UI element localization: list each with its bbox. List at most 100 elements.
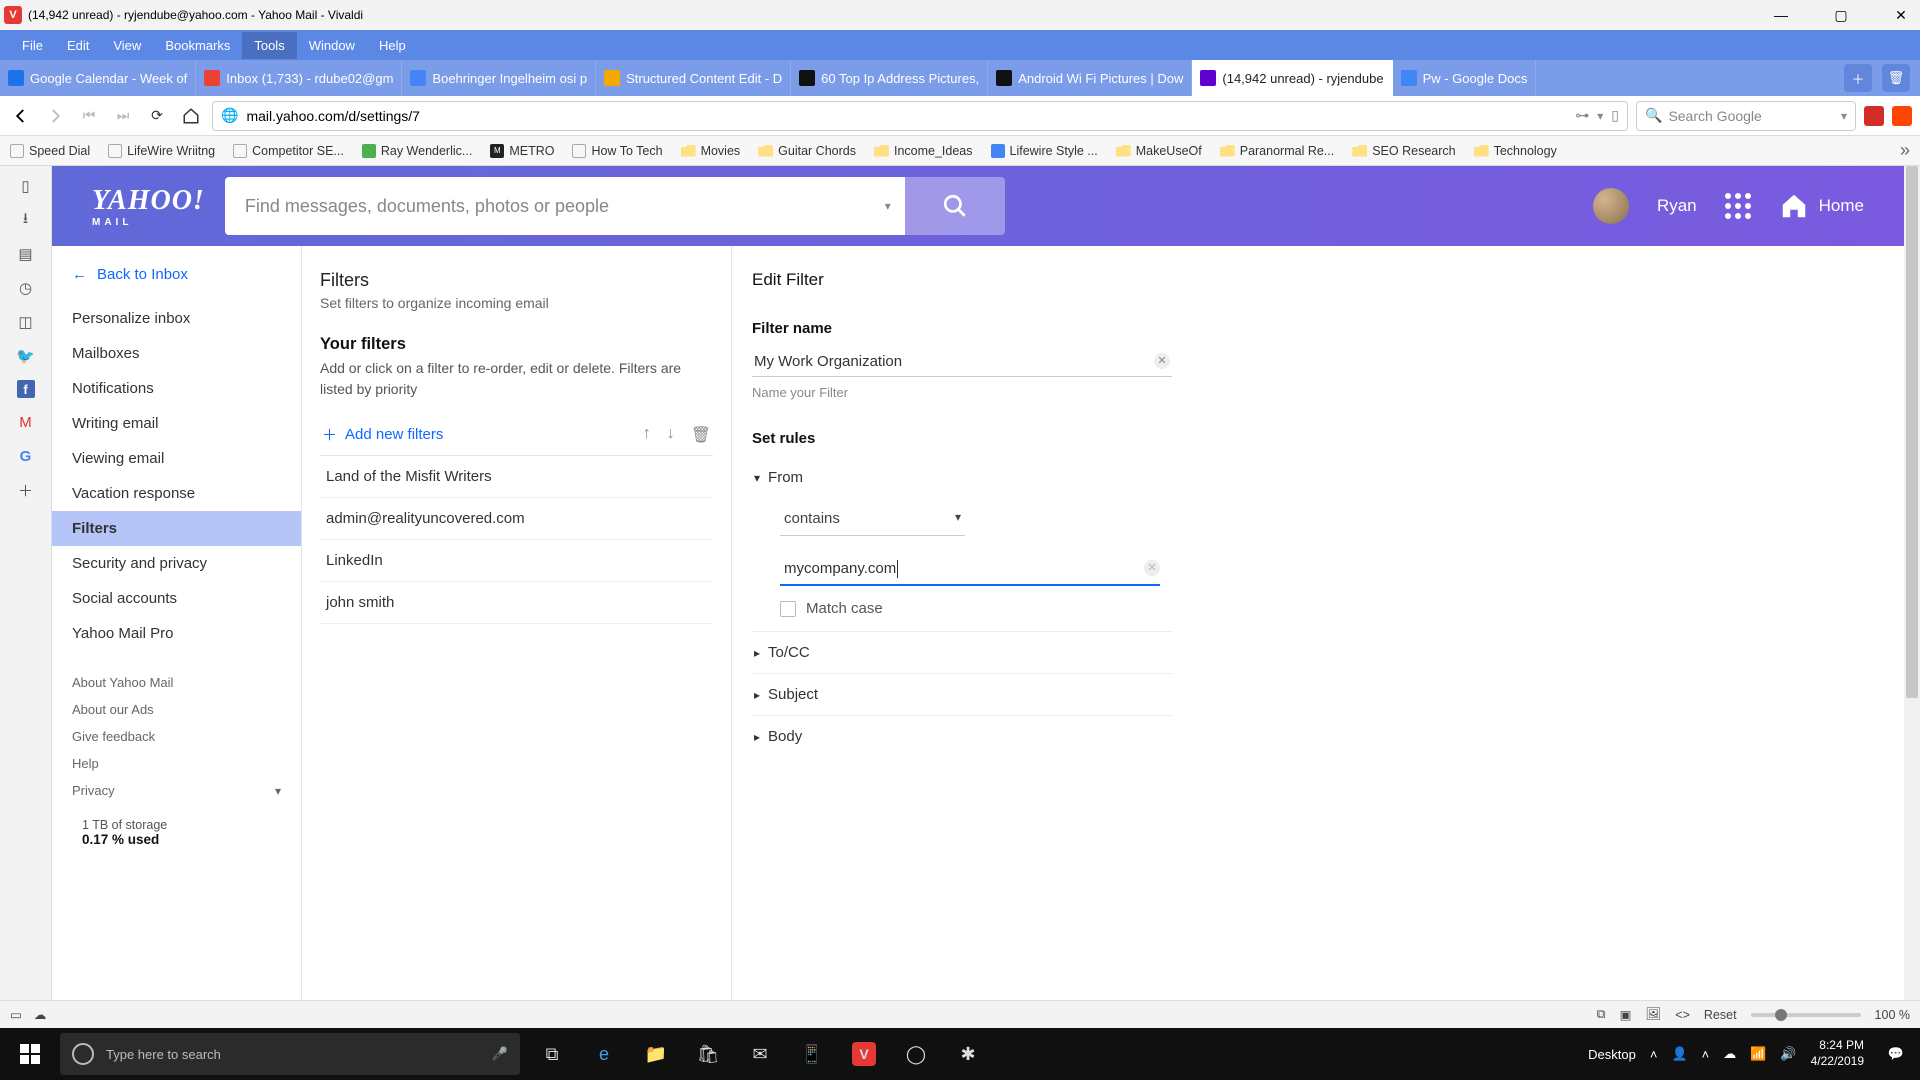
rule-section-body[interactable]: ▸ Body xyxy=(752,715,1172,757)
scrollbar-thumb[interactable] xyxy=(1906,166,1918,698)
browser-tab[interactable]: Google Calendar - Week of xyxy=(0,60,196,96)
user-name[interactable]: Ryan xyxy=(1657,196,1697,216)
url-dropdown-icon[interactable]: ▾ xyxy=(1597,109,1603,123)
action-center-icon[interactable]: 💬 xyxy=(1878,1036,1914,1072)
taskbar-edge-icon[interactable]: e xyxy=(578,1028,630,1080)
tray-desktop-label[interactable]: Desktop xyxy=(1588,1047,1636,1062)
taskbar-store-icon[interactable]: 🛍 xyxy=(682,1028,734,1080)
menu-view[interactable]: View xyxy=(101,32,153,59)
browser-tab[interactable]: Pw - Google Docs xyxy=(1393,60,1537,96)
bookmark-page-icon[interactable]: ▯ xyxy=(1611,107,1619,124)
google-panel-icon[interactable]: G xyxy=(16,446,36,466)
taskbar-app-icon[interactable]: ✱ xyxy=(942,1028,994,1080)
bookmark-folder[interactable]: MakeUseOf xyxy=(1116,144,1202,158)
nav-fastforward-button[interactable]: ⏭ xyxy=(110,103,136,129)
menu-bookmarks[interactable]: Bookmarks xyxy=(153,32,242,59)
bookmark-item[interactable]: How To Tech xyxy=(572,144,662,158)
filter-row[interactable]: admin@realityuncovered.com xyxy=(320,498,713,540)
facebook-panel-icon[interactable]: f xyxy=(17,380,35,398)
downloads-panel-icon[interactable]: ⭳ xyxy=(16,210,36,230)
avatar[interactable] xyxy=(1593,188,1629,224)
rule-section-subject[interactable]: ▸ Subject xyxy=(752,673,1172,715)
tray-cloud-icon[interactable]: ☁ xyxy=(1723,1046,1736,1062)
filter-row[interactable]: LinkedIn xyxy=(320,540,713,582)
browser-tab[interactable]: Inbox (1,733) - rdube02@gm xyxy=(196,60,402,96)
bookmark-folder[interactable]: Paranormal Re... xyxy=(1220,144,1334,158)
back-to-inbox-link[interactable]: ← Back to Inbox xyxy=(52,260,301,301)
bookmark-folder[interactable]: Technology xyxy=(1474,144,1557,158)
window-maximize[interactable]: ▢ xyxy=(1826,7,1856,24)
bookmarks-panel-icon[interactable]: ▯ xyxy=(16,176,36,196)
window-close[interactable]: ✕ xyxy=(1886,7,1916,24)
home-button[interactable] xyxy=(178,103,204,129)
taskbar-phone-icon[interactable]: 📱 xyxy=(786,1028,838,1080)
nav-forward-button[interactable] xyxy=(42,103,68,129)
twitter-panel-icon[interactable]: 🐦 xyxy=(16,346,36,366)
menu-edit[interactable]: Edit xyxy=(55,32,101,59)
delete-filter-icon[interactable]: 🗑 xyxy=(691,425,711,445)
cortana-search[interactable]: Type here to search 🎤 xyxy=(60,1033,520,1075)
bookmark-item[interactable]: Speed Dial xyxy=(10,144,90,158)
bookmark-item[interactable]: MMETRO xyxy=(490,144,554,158)
yahoo-search-input[interactable]: Find messages, documents, photos or peop… xyxy=(225,177,905,235)
clear-input-icon[interactable]: ✕ xyxy=(1144,560,1160,576)
menu-file[interactable]: File xyxy=(10,32,55,59)
sidebar-item-notifications[interactable]: Notifications xyxy=(52,371,301,406)
tray-people-icon[interactable]: 👤 xyxy=(1671,1046,1687,1062)
chevron-down-icon[interactable]: ▾ xyxy=(885,199,891,213)
rule-section-from[interactable]: ▾ From xyxy=(752,457,1172,498)
sidebar-item-filters[interactable]: Filters xyxy=(52,511,301,546)
bookmark-overflow-button[interactable]: » xyxy=(1900,140,1910,161)
tray-overflow-icon[interactable]: ˄ xyxy=(1650,1047,1658,1062)
zoom-slider-knob[interactable] xyxy=(1775,1009,1787,1021)
zoom-slider[interactable] xyxy=(1751,1013,1861,1017)
tray-chevron-up-icon[interactable]: ˄ xyxy=(1702,1047,1710,1062)
add-panel-button[interactable]: ＋ xyxy=(16,480,36,500)
notes-panel-icon[interactable]: ▤ xyxy=(16,244,36,264)
clear-input-icon[interactable]: ✕ xyxy=(1154,353,1170,369)
panel-toggle-icon[interactable]: ▭ xyxy=(10,1007,22,1022)
yahoo-home-button[interactable]: Home xyxy=(1779,191,1864,221)
filter-name-input[interactable] xyxy=(752,347,1172,377)
tray-volume-icon[interactable]: 🔊 xyxy=(1780,1046,1796,1062)
condition-dropdown[interactable]: contains ▾ xyxy=(780,502,965,536)
apps-launcher-icon[interactable] xyxy=(1725,193,1751,219)
browser-tab[interactable]: Boehringer Ingelheim osi p xyxy=(402,60,596,96)
nav-rewind-button[interactable]: ⏮ xyxy=(76,103,102,129)
task-view-icon[interactable]: ⧉ xyxy=(526,1028,578,1080)
sidebar-item-viewing[interactable]: Viewing email xyxy=(52,441,301,476)
browser-tab-active[interactable]: (14,942 unread) - ryjendube xyxy=(1192,60,1392,96)
bookmark-item[interactable]: Ray Wenderlic... xyxy=(362,144,472,158)
browser-search-box[interactable]: 🔍 Search Google ▾ xyxy=(1636,101,1856,131)
capture-icon[interactable]: ⧉ xyxy=(1597,1007,1606,1022)
bookmark-item[interactable]: Lifewire Style ... xyxy=(991,144,1098,158)
password-key-icon[interactable]: ⊶ xyxy=(1575,107,1589,124)
sidebar-help[interactable]: Help xyxy=(52,750,301,777)
bookmark-folder[interactable]: Guitar Chords xyxy=(758,144,856,158)
reddit-icon[interactable] xyxy=(1892,106,1912,126)
sidebar-privacy[interactable]: Privacy ▾ xyxy=(52,777,301,804)
browser-tab[interactable]: 60 Top Ip Address Pictures, xyxy=(791,60,988,96)
history-panel-icon[interactable]: ◷ xyxy=(16,278,36,298)
add-new-filter-button[interactable]: ＋ Add new filters xyxy=(322,424,443,445)
sidebar-item-vacation[interactable]: Vacation response xyxy=(52,476,301,511)
sidebar-item-pro[interactable]: Yahoo Mail Pro xyxy=(52,616,301,651)
sidebar-item-writing[interactable]: Writing email xyxy=(52,406,301,441)
mic-icon[interactable]: 🎤 xyxy=(492,1046,508,1062)
page-scrollbar[interactable] xyxy=(1904,166,1920,1052)
nav-back-button[interactable] xyxy=(8,103,34,129)
closed-tabs-button[interactable]: 🗑 xyxy=(1882,64,1910,92)
bookmark-item[interactable]: LifeWire Wriitng xyxy=(108,144,215,158)
sidebar-about-ads[interactable]: About our Ads xyxy=(52,696,301,723)
window-panel-icon[interactable]: ◫ xyxy=(16,312,36,332)
tiling-icon[interactable]: ▣ xyxy=(1620,1007,1632,1022)
rule-section-tocc[interactable]: ▸ To/CC xyxy=(752,631,1172,673)
address-bar[interactable]: 🌐 mail.yahoo.com/d/settings/7 ⊶ ▾ ▯ xyxy=(212,101,1628,131)
page-actions-icon[interactable]: <> xyxy=(1675,1008,1690,1022)
browser-tab[interactable]: Structured Content Edit - D xyxy=(596,60,791,96)
yahoo-logo[interactable]: YAHOO! MAIL xyxy=(92,185,205,228)
sidebar-about-yahoo[interactable]: About Yahoo Mail xyxy=(52,669,301,696)
menu-window[interactable]: Window xyxy=(297,32,367,59)
sidebar-item-social[interactable]: Social accounts xyxy=(52,581,301,616)
move-down-icon[interactable]: ↓ xyxy=(667,425,675,445)
